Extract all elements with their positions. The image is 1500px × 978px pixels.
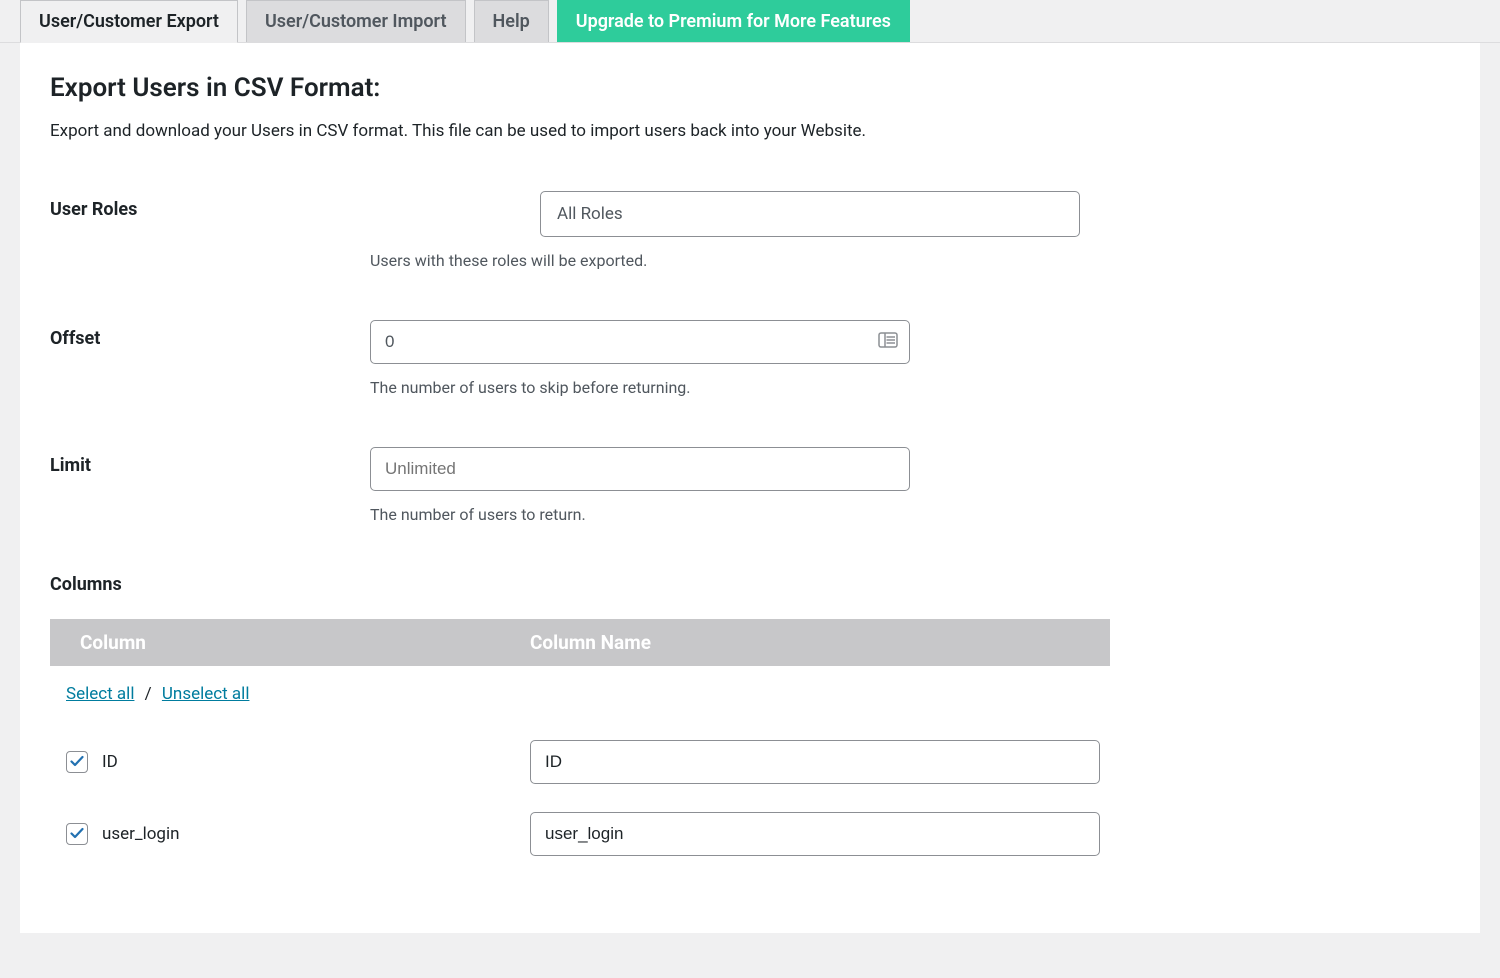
select-all-link[interactable]: Select all: [66, 684, 134, 704]
field-row-user-roles: User Roles All Roles Users with these ro…: [50, 191, 1450, 270]
page-title: Export Users in CSV Format:: [50, 73, 1450, 103]
column-checkbox-id[interactable]: [66, 751, 88, 773]
limit-help: The number of users to return.: [370, 505, 1110, 524]
tab-bar: User/Customer Export User/Customer Impor…: [0, 0, 1500, 43]
offset-label: Offset: [50, 328, 100, 349]
column-key: ID: [102, 752, 118, 772]
columns-label: Columns: [50, 574, 1450, 595]
tab-help[interactable]: Help: [474, 0, 549, 42]
checkmark-icon: [70, 753, 84, 771]
content-panel: Export Users in CSV Format: Export and d…: [20, 43, 1480, 933]
field-row-offset: Offset The number of users: [50, 320, 1450, 397]
column-name-input-id[interactable]: [530, 740, 1100, 784]
offset-input[interactable]: [370, 320, 910, 364]
page-description: Export and download your Users in CSV fo…: [50, 121, 1450, 141]
column-checkbox-user-login[interactable]: [66, 823, 88, 845]
link-separator: /: [145, 684, 152, 704]
checkmark-icon: [70, 825, 84, 843]
limit-input[interactable]: [370, 447, 910, 491]
column-name-input-user-login[interactable]: [530, 812, 1100, 856]
user-roles-label: User Roles: [50, 199, 137, 220]
header-column-name: Column Name: [530, 631, 1110, 654]
unselect-all-link[interactable]: Unselect all: [162, 684, 250, 704]
user-roles-select[interactable]: All Roles: [540, 191, 1080, 237]
select-links: Select all / Unselect all: [50, 666, 1110, 726]
column-row: ID: [50, 726, 1110, 798]
limit-label: Limit: [50, 455, 91, 476]
header-column: Column: [50, 631, 530, 654]
column-key: user_login: [102, 824, 180, 844]
offset-help: The number of users to skip before retur…: [370, 378, 1110, 397]
tab-import[interactable]: User/Customer Import: [246, 0, 466, 42]
columns-header: Column Column Name: [50, 619, 1110, 666]
tab-premium[interactable]: Upgrade to Premium for More Features: [557, 0, 910, 42]
field-row-limit: Limit The number of users to return.: [50, 447, 1450, 524]
columns-table: Column Column Name Select all / Unselect…: [50, 619, 1110, 870]
tab-export[interactable]: User/Customer Export: [20, 0, 238, 43]
user-roles-help: Users with these roles will be exported.: [370, 251, 1110, 270]
column-row: user_login: [50, 798, 1110, 870]
